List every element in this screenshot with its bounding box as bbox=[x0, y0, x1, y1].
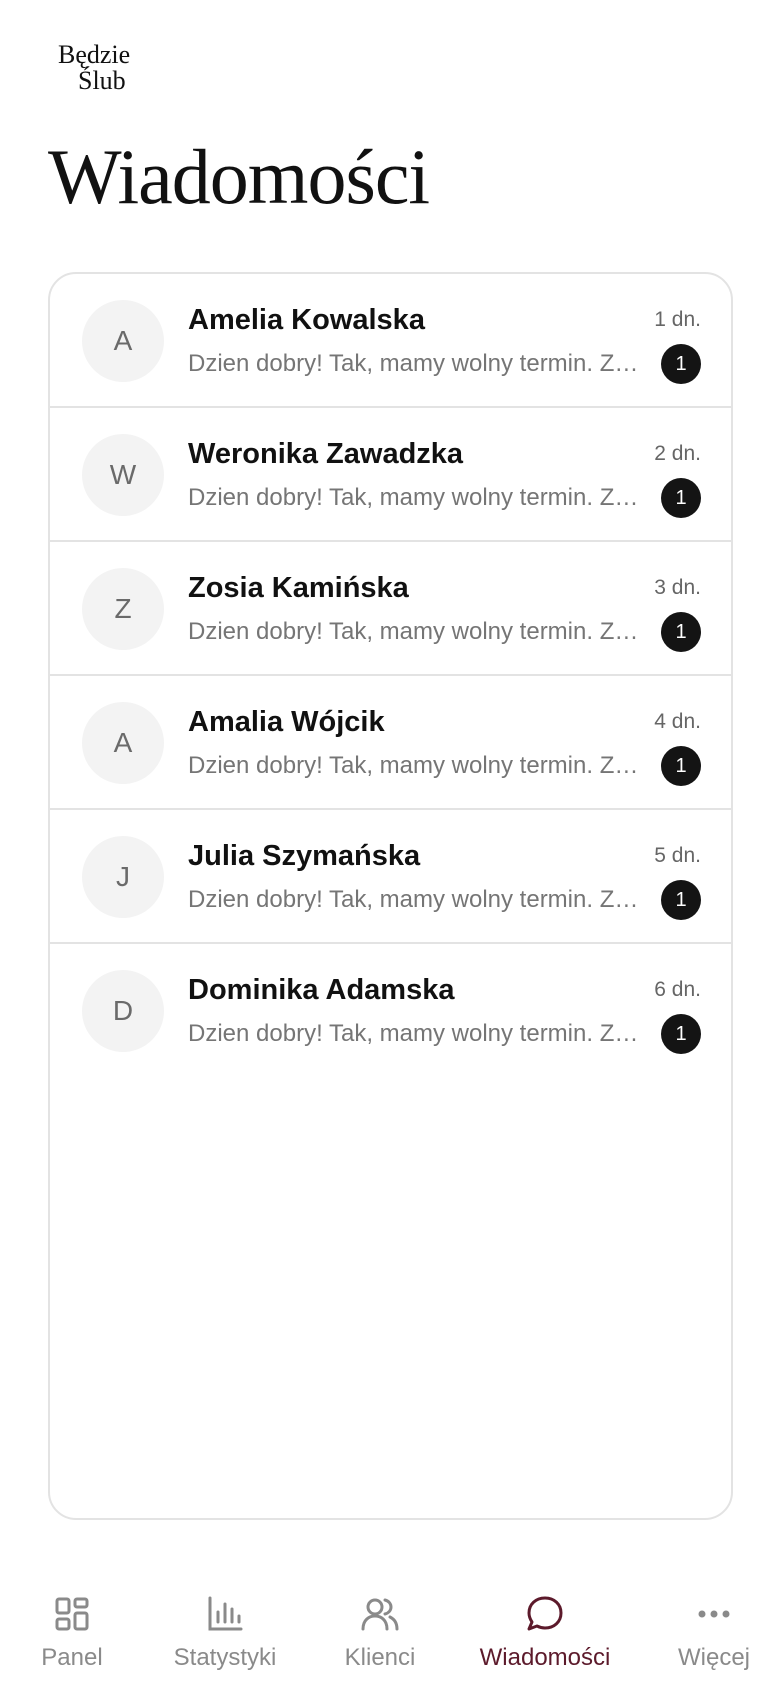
nav-label-panel: Panel bbox=[41, 1644, 103, 1671]
conversation-list: A Amelia Kowalska Dzien dobry! Tak, mamy… bbox=[48, 272, 733, 1520]
brand-logo[interactable]: Będzie Ślub bbox=[58, 42, 138, 94]
contact-name: Weronika Zawadzka bbox=[188, 438, 464, 470]
unread-badge: 1 bbox=[661, 344, 701, 384]
conversation-row[interactable]: A Amelia Kowalska Dzien dobry! Tak, mamy… bbox=[50, 274, 731, 408]
message-preview: Dzien dobry! Tak, mamy wolny termin. Zap… bbox=[188, 618, 648, 645]
grid-icon bbox=[55, 1597, 89, 1631]
nav-item-panel[interactable]: Panel bbox=[20, 1580, 124, 1688]
message-time: 1 dn. bbox=[654, 308, 701, 331]
contact-name: Dominika Adamska bbox=[188, 974, 455, 1006]
nav-item-wiecej[interactable]: Więcej bbox=[664, 1580, 764, 1688]
brand-logo-line2: Ślub bbox=[78, 66, 126, 95]
message-time: 3 dn. bbox=[654, 576, 701, 599]
users-icon bbox=[361, 1598, 399, 1631]
message-preview: Dzien dobry! Tak, mamy wolny termin. Zap… bbox=[188, 886, 648, 913]
message-preview: Dzien dobry! Tak, mamy wolny termin. Zap… bbox=[188, 350, 648, 377]
avatar: W bbox=[82, 434, 164, 516]
unread-badge: 1 bbox=[661, 1014, 701, 1054]
unread-badge: 1 bbox=[661, 880, 701, 920]
avatar: A bbox=[82, 702, 164, 784]
page-title: Wiadomości bbox=[48, 133, 430, 220]
unread-badge: 1 bbox=[661, 612, 701, 652]
bottom-navigation: Panel Statystyki Klienci Wiadomości Więc… bbox=[0, 1580, 780, 1688]
avatar: J bbox=[82, 836, 164, 918]
conversation-row[interactable]: J Julia Szymańska Dzien dobry! Tak, mamy… bbox=[50, 810, 731, 944]
contact-name: Amalia Wójcik bbox=[188, 706, 385, 738]
bar-chart-icon bbox=[208, 1596, 243, 1631]
brand-logo-line1: Będzie bbox=[58, 40, 131, 69]
nav-label-wiecej: Więcej bbox=[677, 1644, 750, 1671]
message-preview: Dzien dobry! Tak, mamy wolny termin. Zap… bbox=[188, 484, 648, 511]
contact-name: Amelia Kowalska bbox=[188, 304, 425, 336]
avatar: A bbox=[82, 300, 164, 382]
message-time: 4 dn. bbox=[654, 710, 701, 733]
avatar: D bbox=[82, 970, 164, 1052]
conversation-row[interactable]: A Amalia Wójcik Dzien dobry! Tak, mamy w… bbox=[50, 676, 731, 810]
message-preview: Dzien dobry! Tak, mamy wolny termin. Zap… bbox=[188, 752, 648, 779]
chat-bubble-icon bbox=[527, 1596, 563, 1631]
nav-item-klienci[interactable]: Klienci bbox=[330, 1580, 430, 1688]
nav-item-statystyki[interactable]: Statystyki bbox=[160, 1580, 290, 1688]
conversation-row[interactable]: W Weronika Zawadzka Dzien dobry! Tak, ma… bbox=[50, 408, 731, 542]
conversation-row[interactable]: D Dominika Adamska Dzien dobry! Tak, mam… bbox=[50, 944, 731, 1078]
unread-badge: 1 bbox=[661, 478, 701, 518]
nav-item-wiadomosci[interactable]: Wiadomości bbox=[470, 1580, 620, 1688]
conversation-row[interactable]: Z Zosia Kamińska Dzien dobry! Tak, mamy … bbox=[50, 542, 731, 676]
message-time: 6 dn. bbox=[654, 978, 701, 1001]
nav-label-statystyki: Statystyki bbox=[173, 1644, 277, 1671]
nav-label-wiadomosci: Wiadomości bbox=[479, 1644, 611, 1671]
more-dots-icon bbox=[698, 1610, 730, 1618]
unread-badge: 1 bbox=[661, 746, 701, 786]
avatar: Z bbox=[82, 568, 164, 650]
message-time: 5 dn. bbox=[654, 844, 701, 867]
nav-label-klienci: Klienci bbox=[344, 1644, 416, 1671]
contact-name: Julia Szymańska bbox=[188, 840, 421, 872]
contact-name: Zosia Kamińska bbox=[188, 572, 409, 604]
message-time: 2 dn. bbox=[654, 442, 701, 465]
message-preview: Dzien dobry! Tak, mamy wolny termin. Zap… bbox=[188, 1020, 648, 1047]
